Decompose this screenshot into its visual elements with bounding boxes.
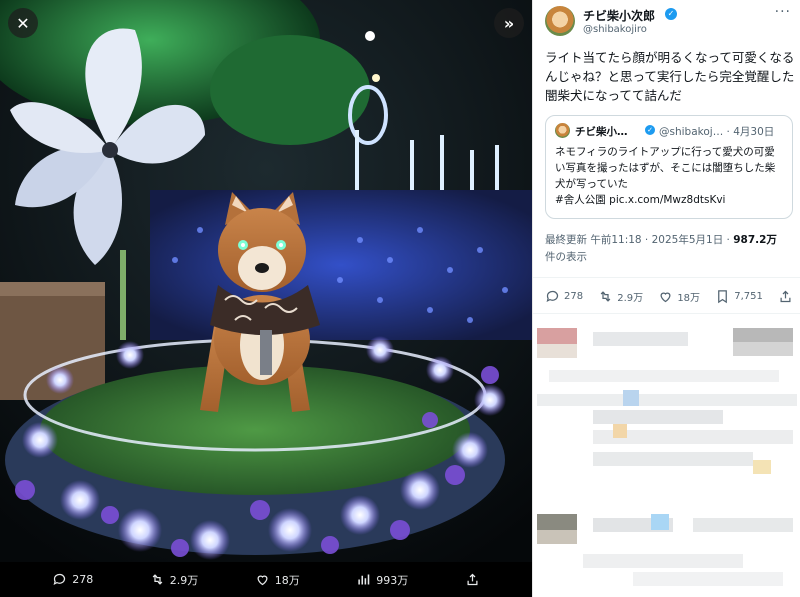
blurred-block [537,344,577,358]
quoted-hashtag: #舎人公園 [555,194,606,206]
blurred-block [733,342,793,356]
blurred-block [623,390,639,406]
tweet-detail-panel: チビ柴小次郎 ✓ @shibakojiro ··· ライト当てたら顔が明るくなっ… [532,0,800,597]
retweet-icon [152,574,163,585]
quoted-handle-and-date: @shibakoj… · 4月30日 [659,124,774,139]
reply-icon [53,573,66,586]
blurred-block [613,424,627,438]
blurred-block [537,514,577,530]
blurred-block [593,452,753,466]
close-button[interactable]: ✕ [8,8,38,38]
media-viewer: ✕ » 278 2.9万 18万 993万 [0,0,532,597]
like-count: 18万 [677,292,701,304]
expand-panel-button[interactable]: » [494,8,524,38]
tweet-timestamp[interactable]: 最終更新 午前11:18 · 2025年5月1日 · [545,234,733,246]
media-reply-count: 278 [72,573,94,586]
blurred-block [593,410,723,424]
like-button[interactable]: 18万 [658,289,700,304]
share-icon [467,573,478,586]
tweet-views-label: 件の表示 [545,251,587,263]
author-handle[interactable]: @shibakojiro [583,24,647,35]
blurred-block [537,530,577,544]
reply-count: 278 [564,290,584,302]
dog-photo [0,0,532,562]
blurred-block [753,460,771,474]
media-views-count: 993万 [376,573,409,587]
bookmark-button[interactable]: 7,751 [715,289,763,304]
blurred-block [549,370,779,382]
media-action-bar: 278 2.9万 18万 993万 [0,562,532,597]
author-display-name[interactable]: チビ柴小次郎 [583,7,655,24]
blurred-block [593,332,688,346]
quoted-verified-badge-icon: ✓ [645,125,655,135]
media-reply-button[interactable]: 278 [52,572,93,587]
media-share-button[interactable] [465,572,480,587]
media-like-button[interactable]: 18万 [255,572,300,588]
retweet-icon [600,290,611,302]
tweet-author: チビ柴小次郎 ✓ @shibakojiro ··· [545,4,793,42]
share-button[interactable] [778,289,793,304]
quoted-tweet-header: チビ柴小… ✓ @shibakoj… · 4月30日 [555,123,783,139]
reply-icon [546,290,559,302]
blurred-replies [533,314,800,597]
reply-button[interactable]: 278 [545,289,583,304]
blurred-block [633,572,783,586]
tweet-metadata: 最終更新 午前11:18 · 2025年5月1日 · 987.2万 件の表示 [545,232,795,266]
blurred-block [733,328,793,342]
close-icon: ✕ [16,13,30,33]
retweet-count: 2.9万 [617,292,644,304]
more-options-icon[interactable]: ··· [775,4,791,20]
quoted-date: · 4月30日 [726,126,775,138]
quoted-tweet-card[interactable]: チビ柴小… ✓ @shibakoj… · 4月30日 ネモフィラのライトアップに… [545,115,793,219]
media-retweet-button[interactable]: 2.9万 [150,572,199,588]
avatar[interactable] [545,6,575,36]
heart-icon [660,292,671,302]
expand-chevrons-icon: » [503,13,515,33]
quoted-body: ネモフィラのライトアップに行って愛犬の可愛い写真を撮ったはずが、そこには闇堕ちし… [555,146,776,190]
tweet-action-bar: 278 2.9万 18万 7,751 [545,286,793,306]
quoted-handle: @shibakoj… [659,126,724,138]
quoted-tweet-text: ネモフィラのライトアップに行って愛犬の可愛い写真を撮ったはずが、そこには闇堕ちし… [555,144,783,208]
quoted-display-name: チビ柴小… [575,126,628,138]
views-icon [358,574,370,585]
tweet-text: ライト当てたら顔が明るくなって可愛くなるんじゃね？と思って実行したら完全覚醒した… [545,50,795,103]
share-icon [780,290,791,302]
blurred-block [693,518,793,532]
bookmark-icon [718,289,728,303]
bookmark-count: 7,751 [734,290,763,302]
tweet-view-count: 987.2万 [733,234,777,246]
blurred-block [537,394,797,406]
retweet-button[interactable]: 2.9万 [598,289,643,304]
media-views-button[interactable]: 993万 [356,572,408,588]
verified-badge-icon: ✓ [665,8,677,20]
blurred-block [583,554,743,568]
heart-icon [257,575,268,586]
blurred-block [651,514,669,530]
divider [533,277,800,278]
quoted-avatar [555,123,570,138]
quoted-media-link: pic.x.com/Mwz8dtsKvi [609,194,726,206]
media-retweet-count: 2.9万 [169,573,199,587]
blurred-block [537,328,577,344]
media-like-count: 18万 [274,573,300,587]
